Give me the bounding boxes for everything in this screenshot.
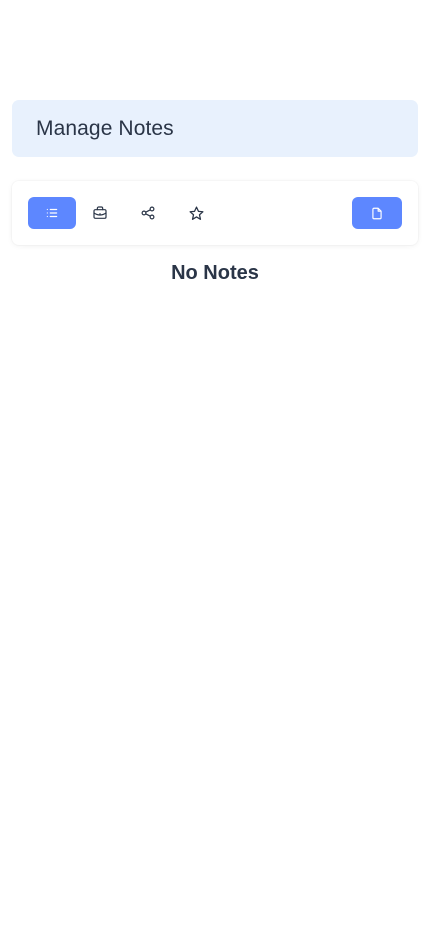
notes-toolbar [12, 181, 418, 245]
favourite-notes-filter-button[interactable] [172, 197, 220, 229]
briefcase-icon [92, 205, 108, 221]
list-icon [45, 206, 59, 220]
page-header: Manage Notes [12, 100, 418, 157]
shared-notes-filter-button[interactable] [124, 197, 172, 229]
page-title: Manage Notes [36, 116, 174, 140]
all-notes-filter-button[interactable] [28, 197, 76, 229]
star-icon [188, 205, 205, 222]
empty-state-message: No Notes [171, 262, 259, 284]
add-note-button[interactable] [352, 197, 402, 229]
file-icon [370, 206, 384, 221]
share-icon [140, 205, 156, 221]
business-notes-filter-button[interactable] [76, 197, 124, 229]
